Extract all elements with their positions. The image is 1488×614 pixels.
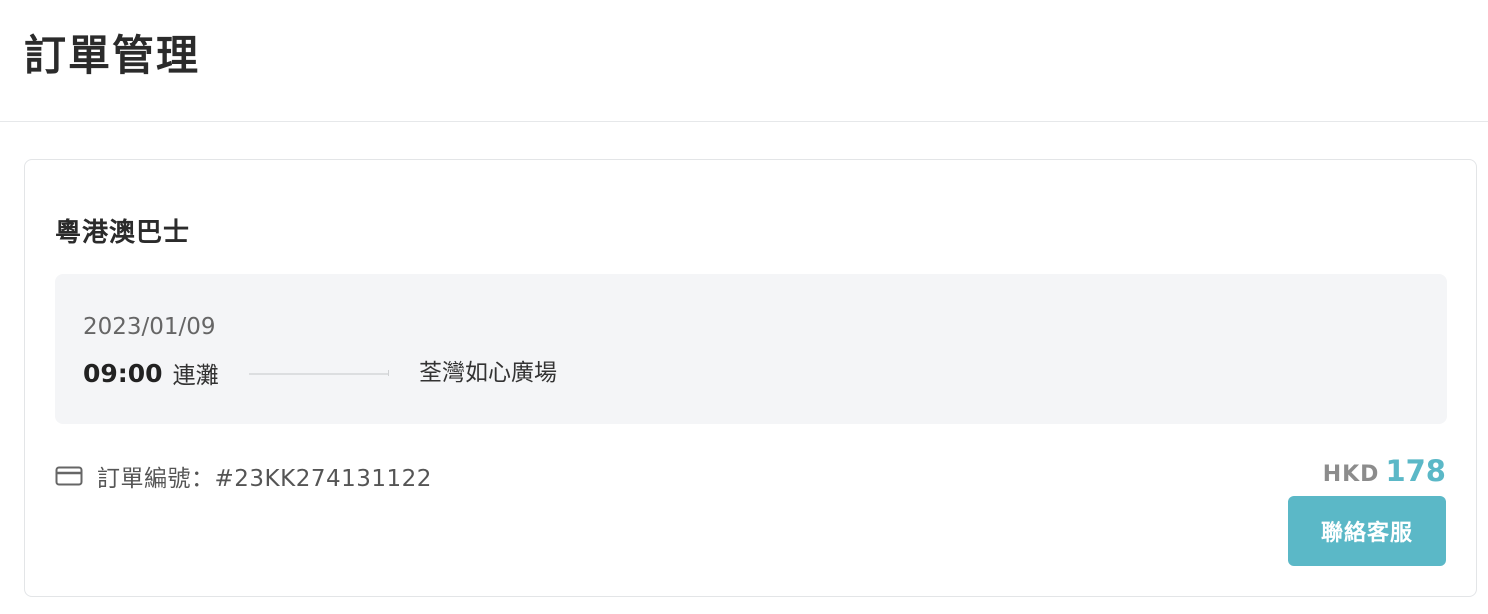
page-header: 訂單管理	[0, 0, 1488, 122]
departure-place: 連灘	[172, 363, 219, 389]
trip-date: 2023/01/09	[83, 314, 216, 340]
order-number: 訂單編號：#23KK274131122	[97, 466, 432, 492]
route-line	[249, 370, 389, 376]
trip-summary: 2023/01/09 09:00 連灘 荃灣如心廣場	[55, 274, 1447, 424]
trip-route: 09:00 連灘 荃灣如心廣場	[83, 356, 1283, 390]
departure-time: 09:00	[83, 358, 163, 388]
page-title: 訂單管理	[24, 31, 201, 80]
order-price: HKD 178	[1323, 454, 1446, 493]
credit-card-icon	[55, 466, 83, 486]
order-number-row: 訂單編號：#23KK274131122	[55, 460, 432, 492]
price-currency: HKD	[1322, 462, 1380, 487]
order-card: 粵港澳巴士 2023/01/09 09:00 連灘 荃灣如心廣場 訂單編號：#2…	[24, 159, 1477, 597]
price-amount: 178	[1385, 454, 1446, 488]
arrival-place: 荃灣如心廣場	[419, 360, 557, 386]
contact-support-button[interactable]: 聯絡客服	[1288, 496, 1446, 566]
operator-name: 粵港澳巴士	[55, 218, 191, 248]
